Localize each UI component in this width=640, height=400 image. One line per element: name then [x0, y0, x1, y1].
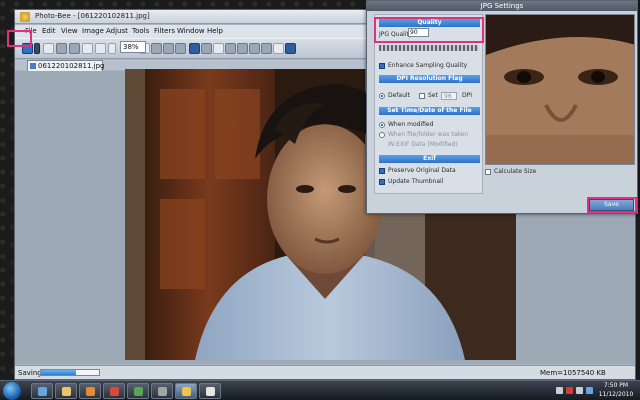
status-bar: Saving Mem=1057540 KB: [15, 365, 635, 379]
app-icon: [134, 387, 143, 396]
update-thumbnail-label: Update Thumbnail: [388, 178, 444, 185]
windows-start-orb-icon[interactable]: [3, 382, 21, 400]
folder-icon: [62, 387, 71, 396]
actual-size-icon[interactable]: [151, 43, 162, 54]
taskbar-chrome-button[interactable]: [103, 383, 125, 399]
dpi-set-label: Set: [428, 92, 438, 99]
preview-image: [486, 15, 634, 164]
crop-icon[interactable]: [225, 43, 236, 54]
calculate-size-checkbox[interactable]: [485, 169, 491, 175]
media-icon: [86, 387, 95, 396]
open-file-icon[interactable]: [56, 43, 67, 54]
app3-icon: [206, 387, 215, 396]
dpi-value-input[interactable]: 96: [441, 92, 457, 100]
save-button-highlight: [7, 30, 32, 47]
new-file-icon[interactable]: [43, 43, 54, 54]
save-progress-bar: [40, 369, 100, 376]
time-when-modified-radio[interactable]: [379, 122, 385, 128]
chrome-icon: [110, 387, 119, 396]
taskbar-app-button[interactable]: [127, 383, 149, 399]
taskbar-media-button[interactable]: [79, 383, 101, 399]
quality-slider[interactable]: [379, 45, 479, 51]
exif-header: Exif: [379, 155, 480, 163]
text-icon[interactable]: [249, 43, 260, 54]
dialog-title[interactable]: JPG Settings: [367, 1, 637, 11]
resize-icon[interactable]: [261, 43, 272, 54]
clock-date: 11/12/2010: [598, 391, 634, 398]
menu-view[interactable]: View: [61, 27, 78, 35]
photobee-icon: [182, 387, 191, 396]
memory-status: Mem=1057540 KB: [540, 369, 606, 377]
flag-icon[interactable]: [556, 387, 563, 394]
time-exif-label: IN EXIF Data (Modified): [388, 141, 458, 148]
calculate-size-label: Calculate Size: [494, 168, 537, 175]
document-tab[interactable]: 061220102811.jpg: [27, 60, 105, 71]
dpi-default-radio[interactable]: [379, 93, 385, 99]
rotate-icon[interactable]: [237, 43, 248, 54]
enhance-sampling-label: Enhance Sampling Quality: [388, 62, 468, 69]
image-file-icon: [30, 63, 36, 69]
menu-tools[interactable]: Tools: [132, 27, 149, 35]
frame-icon[interactable]: [273, 43, 284, 54]
ie-icon: [38, 387, 47, 396]
preserve-exif-label: Preserve Original Data: [388, 167, 456, 174]
preserve-exif-checkbox[interactable]: [379, 168, 385, 174]
taskbar-app2-button[interactable]: [151, 383, 173, 399]
time-when-modified-label: When modified: [388, 121, 434, 128]
taskbar-photobee-button[interactable]: [175, 383, 197, 399]
menu-help[interactable]: Help: [207, 27, 223, 35]
menu-window[interactable]: Window: [177, 27, 205, 35]
jpg-preview: [485, 14, 635, 165]
menu-edit[interactable]: Edit: [42, 27, 56, 35]
save-dropdown-icon[interactable]: [34, 43, 40, 54]
zoom-out-icon[interactable]: [108, 43, 116, 54]
document-tab-label: 061220102811.jpg: [38, 62, 105, 70]
photo-bee-app-icon: [20, 12, 30, 22]
taskbar: 7:50 PM 11/12/2010: [0, 380, 640, 400]
pointer-icon[interactable]: [189, 43, 200, 54]
status-text: Saving: [18, 369, 42, 377]
menu-filters[interactable]: Filters: [154, 27, 175, 35]
zoom-in-icon[interactable]: [163, 43, 174, 54]
quality-section-highlight: [374, 17, 484, 43]
jpg-settings-dialog: JPG Settings Quality JPG Quality Enhance…: [366, 0, 638, 214]
print-icon[interactable]: [69, 43, 80, 54]
app2-icon: [158, 387, 167, 396]
hand-icon[interactable]: [213, 43, 224, 54]
undo-icon[interactable]: [82, 43, 93, 54]
time-when-taken-radio[interactable]: [379, 132, 385, 138]
taskbar-explorer-button[interactable]: [31, 383, 53, 399]
time-when-taken-label: When file/folder was taken: [388, 131, 469, 138]
clock-time: 7:50 PM: [603, 382, 629, 389]
tray-app-icon[interactable]: [586, 387, 593, 394]
dpi-set-checkbox[interactable]: [419, 93, 425, 99]
menu-image[interactable]: Image: [82, 27, 104, 35]
clock[interactable]: 7:50 PM 11/12/2010: [596, 381, 636, 399]
dpi-value: 96: [444, 93, 452, 100]
update-thumbnail-checkbox[interactable]: [379, 179, 385, 185]
dpi-unit-label: DPI: [462, 92, 473, 99]
zoom-out-magnifier-icon[interactable]: [175, 43, 186, 54]
dpi-header: DPI Resolution Flag: [379, 75, 480, 83]
app-title: Photo-Bee - [061220102811.jpg]: [35, 12, 150, 20]
taskbar-folder-button[interactable]: [55, 383, 77, 399]
time-date-header: Set Time/Date of the File: [379, 107, 480, 115]
network-icon[interactable]: [566, 387, 573, 394]
volume-icon[interactable]: [576, 387, 583, 394]
zoom-select[interactable]: 38%: [120, 41, 146, 53]
select-icon[interactable]: [201, 43, 212, 54]
redo-icon[interactable]: [95, 43, 106, 54]
menu-adjust[interactable]: Adjust: [106, 27, 128, 35]
color-icon[interactable]: [285, 43, 296, 54]
enhance-sampling-checkbox[interactable]: [379, 63, 385, 69]
taskbar-app3-button[interactable]: [199, 383, 221, 399]
save-dialog-button-highlight: [587, 197, 637, 213]
dpi-default-label: Default: [388, 92, 410, 99]
save-progress-fill: [41, 370, 76, 375]
